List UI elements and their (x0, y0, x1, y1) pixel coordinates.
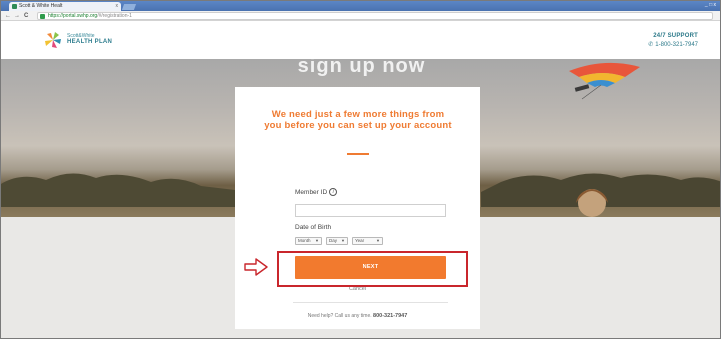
reload-icon[interactable]: C (24, 11, 28, 21)
help-text-label: Need help? Call us any time. (307, 313, 372, 319)
logo-icon[interactable] (45, 32, 61, 48)
tab-title: Scott & White Healt (19, 3, 63, 9)
phone-icon: ✆ (648, 42, 654, 48)
day-select-value: Day (329, 238, 338, 243)
brand-logo-text[interactable]: Scott&White HEALTH PLAN (67, 33, 112, 45)
browser-tab[interactable]: Scott & White Healt x (9, 2, 121, 11)
browser-tab-bar: Scott & White Healt x _ □ x (1, 1, 720, 11)
member-id-label-text: Member ID (295, 189, 328, 196)
annotation-arrow-icon (244, 258, 268, 276)
chevron-down-icon: ▼ (315, 238, 319, 243)
chevron-down-icon: ▼ (341, 238, 345, 243)
month-select-value: Month (298, 238, 311, 243)
back-icon[interactable]: ← (5, 11, 11, 21)
chevron-down-icon: ▼ (376, 238, 380, 243)
url-field[interactable]: https://portal.swhp.org/#/registration-1 (37, 12, 713, 20)
child-photo (576, 189, 608, 217)
help-text: Need help? Call us any time. 800-321-794… (235, 313, 480, 319)
info-icon[interactable]: i (329, 188, 338, 196)
member-id-label: Member ID i (295, 188, 338, 196)
card-divider (293, 302, 448, 303)
url-host: https://portal.swhp.org (48, 13, 98, 19)
year-select-value: Year (355, 238, 365, 243)
support-phone[interactable]: ✆ 1-800-321-7947 (648, 41, 698, 48)
heading-divider (347, 153, 369, 155)
month-select[interactable]: Month ▼ (295, 237, 322, 245)
member-id-input[interactable] (295, 204, 446, 217)
screenshot-frame: Scott & White Healt x _ □ x ← → C https:… (0, 0, 721, 339)
year-select[interactable]: Year ▼ (352, 237, 383, 245)
lock-icon (40, 14, 45, 19)
support-block: 24/7 SUPPORT ✆ 1-800-321-7947 (648, 33, 698, 48)
kite-image (569, 62, 640, 100)
card-heading: We need just a few more things from you … (264, 109, 452, 131)
site-header: Scott&White HEALTH PLAN 24/7 SUPPORT ✆ 1-… (1, 22, 720, 59)
url-path: /#/registration-1 (97, 13, 132, 19)
tab-close-icon[interactable]: x (116, 2, 119, 11)
annotation-highlight-box (277, 251, 468, 287)
forward-icon[interactable]: → (14, 11, 20, 21)
window-controls[interactable]: _ □ x (705, 2, 716, 8)
new-tab-button[interactable] (121, 4, 137, 10)
support-phone-number: 1-800-321-7947 (655, 42, 698, 48)
help-phone[interactable]: 800-321-7947 (373, 313, 407, 319)
logo-big-text: HEALTH PLAN (67, 39, 113, 45)
support-title: 24/7 SUPPORT (653, 33, 698, 39)
registration-card: We need just a few more things from you … (235, 87, 480, 329)
dob-label: Date of Birth (295, 224, 332, 231)
favicon-icon (12, 4, 17, 9)
day-select[interactable]: Day ▼ (326, 237, 348, 245)
browser-address-bar: ← → C https://portal.swhp.org/#/registra… (1, 11, 720, 21)
